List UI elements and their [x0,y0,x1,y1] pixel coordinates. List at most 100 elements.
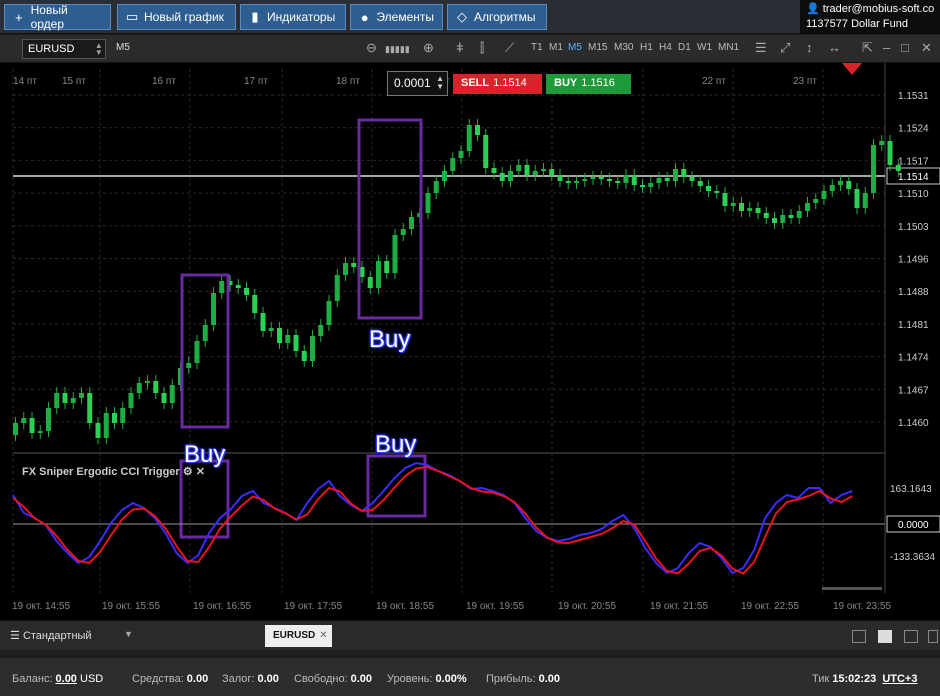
elements-label: Элементы [376,10,434,24]
candle [244,288,249,295]
single-layout-icon[interactable] [852,630,866,643]
volume-input[interactable]: 0.0001 ▲ ▼ [387,71,448,96]
horizontal-layout-icon[interactable] [928,630,938,643]
buy-price: 1.1516 [581,77,615,89]
shapes-icon: ● [360,9,369,25]
indicator-tick-label: 0.0000 [898,520,929,531]
close-icon[interactable]: ✕ [196,466,205,478]
price-tick-label: 1.1481 [898,320,929,331]
price-tick-label: 1.1531 [898,91,929,102]
candle [293,335,299,351]
timeframe-m15[interactable]: M15 [588,42,607,53]
timeframe-m30[interactable]: M30 [614,42,633,53]
time-tick-label: 19 окт. 18:55 [376,601,434,612]
timeframe-m1[interactable]: M1 [549,42,563,53]
candle [681,169,687,177]
spinner-icon[interactable]: ▲ ▼ [436,75,444,91]
candle [260,313,266,331]
close-icon[interactable]: ✕ [921,40,932,56]
slow-indicator-line [12,465,853,575]
timeframe-t1[interactable]: T1 [531,42,543,53]
scroll-marker-icon [842,63,862,75]
candle [582,179,588,181]
elements-button[interactable]: ● Элементы [350,4,443,30]
template-select[interactable]: ☰ Стандартный ▼ [10,629,133,642]
candle [301,351,307,361]
account-email: trader@mobius-soft.com [822,3,934,15]
candle [574,181,579,183]
sell-label: SELL [461,77,490,89]
close-tab-icon[interactable]: ✕ [319,630,327,641]
timeframe-w1[interactable]: W1 [697,42,712,53]
candle [400,229,406,235]
account-panel[interactable]: 👤 trader@mobius-soft.com 1137577 Dollar … [800,0,940,34]
timeframe-m5[interactable]: M5 [568,42,582,53]
candle [235,285,241,288]
buy-label: BUY [554,77,578,89]
margin-status: Залог: 0.00 [222,673,279,685]
candle [838,181,843,185]
zoom-slider[interactable]: ▮▮▮▮▮ [385,44,410,55]
minimize-icon[interactable]: – [883,40,890,55]
candle [524,165,530,175]
indicators-button[interactable]: ▮ Индикаторы [240,4,346,30]
popout-icon[interactable]: ⇱ [862,40,873,56]
account-name: Dollar Fund [851,18,908,30]
timeframe-h1[interactable]: H1 [640,42,653,53]
gear-icon[interactable]: ⚙ [183,466,193,478]
candle [13,423,18,435]
timeframe-h4[interactable]: H4 [659,42,672,53]
buy-button[interactable]: BUY 1.1516 [546,74,631,94]
candle [409,217,414,229]
candle-chart-icon[interactable]: ⫿ [480,40,484,56]
plus-icon: + [15,9,23,25]
candle [268,328,274,331]
date-tick-label: 14 пт [13,76,37,87]
candle [112,413,117,423]
zoom-in-icon[interactable]: ⊕ [423,40,434,56]
candle [351,263,357,267]
candle [95,423,101,438]
expand-icon[interactable]: ⤢ [780,40,790,56]
timeframe-d1[interactable]: D1 [678,42,691,53]
indicator-menu-icon[interactable]: ☰ [755,40,767,56]
candle [54,393,60,408]
chart-toolbar: EURUSD ▴ ▾ M5 ⊖ ▮▮▮▮▮ ⊕ ǂ ⫿ ⟋ T1 M1 M5 M15 M3… [0,35,940,63]
grid-layout-icon[interactable] [878,630,892,643]
new-order-button[interactable]: + Новый ордер [4,3,111,31]
clock-status: Тик 15:02:23 UTC+3 [812,673,918,685]
price-tick-label: 1.1496 [898,255,929,266]
vertical-scale-icon[interactable]: ↕ [806,40,813,55]
candle [805,203,810,211]
zoom-out-icon[interactable]: ⊖ [366,40,377,56]
candle [871,145,876,193]
candle [557,175,563,181]
vertical-layout-icon[interactable] [904,630,918,643]
symbol-select[interactable]: EURUSD ▴ ▾ [22,39,106,59]
symbol-tab[interactable]: EURUSD ✕ [265,625,332,647]
price-tick-label: 1.1460 [898,418,929,429]
candle [29,418,35,433]
timeframe-mn1[interactable]: MN1 [718,42,739,53]
new-chart-button[interactable]: ▭ Новый график [117,4,236,30]
bar-chart-icon[interactable]: ǂ [456,40,464,55]
candle [219,281,225,293]
sell-button[interactable]: SELL 1.1514 [453,74,542,94]
price-chart[interactable]: 1.1531 1.1524 1.1517 1.1510 1.1503 1.1496 1.14… [0,63,940,620]
maximize-icon[interactable]: □ [901,40,909,55]
horizontal-scale-icon[interactable]: ↔ [828,40,841,55]
current-price-label: 1.1514 [898,172,929,183]
candle [466,125,472,151]
line-chart-icon[interactable]: ⟋ [505,40,514,56]
candle [788,215,794,218]
highlight-box [180,273,230,429]
updown-icon: ▴ ▾ [96,40,101,57]
algorithms-button[interactable]: ◇ Алгоритмы [447,4,547,30]
profit-status: Прибыль: 0.00 [486,673,561,685]
candle [326,301,332,325]
chart-area[interactable]: 1.1531 1.1524 1.1517 1.1510 1.1503 1.1496 1.14… [0,63,940,620]
candle [367,277,373,288]
date-tick-label: 15 пт [62,76,86,87]
candle [318,325,324,336]
time-tick-label: 19 окт. 14:55 [12,601,70,612]
